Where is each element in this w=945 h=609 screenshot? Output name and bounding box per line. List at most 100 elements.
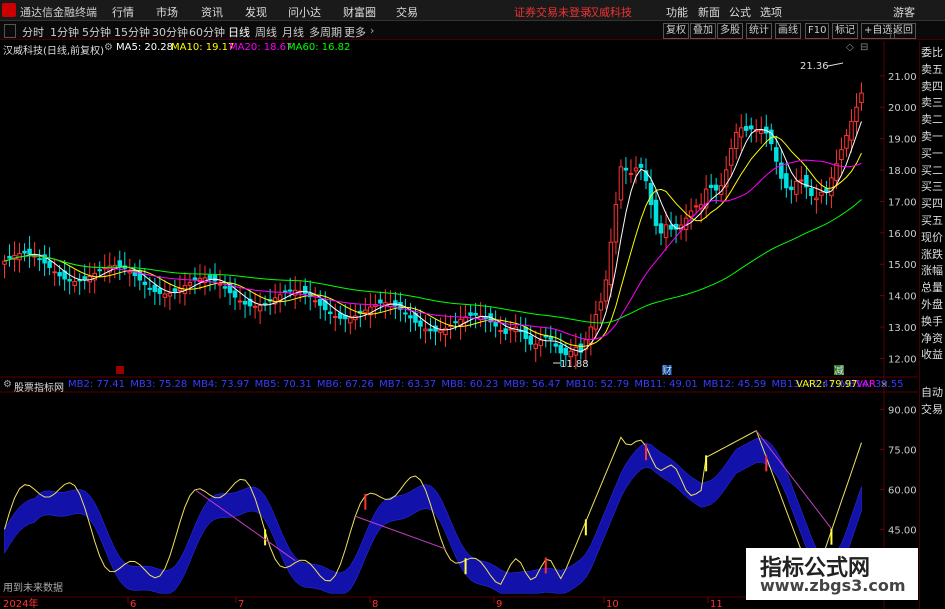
- price-axis-label: 12.00: [888, 354, 917, 365]
- right-panel-item[interactable]: 买五: [921, 213, 945, 229]
- right-panel-item[interactable]: 买三: [921, 179, 945, 195]
- year-label: 2024年: [3, 597, 38, 609]
- period-tab-monthly[interactable]: 月线: [282, 24, 304, 40]
- menu-item-news[interactable]: 资讯: [201, 4, 223, 20]
- right-panel-item[interactable]: 涨幅: [921, 263, 945, 279]
- right-panel-item[interactable]: 买一: [921, 146, 945, 162]
- kline-chart[interactable]: 21.00 20.00 19.00 18.00 17.00 16.00 15.00 14.00…: [0, 41, 918, 609]
- settings-icon[interactable]: ⚙: [3, 379, 12, 390]
- high-arrow: [827, 62, 844, 67]
- layout-toggle-icon[interactable]: [4, 24, 16, 38]
- period-tab-more[interactable]: 更多: [344, 24, 366, 40]
- statistics-button[interactable]: 统计: [746, 23, 772, 39]
- candle-body: [598, 301, 604, 311]
- close-icon[interactable]: ×: [880, 379, 888, 390]
- candle-body: [743, 126, 749, 131]
- candle-body: [443, 327, 448, 336]
- chevron-right-icon[interactable]: ›: [370, 24, 374, 37]
- menu-item-wealth[interactable]: 财富圈: [343, 4, 376, 20]
- indicator-item: MB6: 67.26: [316, 379, 378, 390]
- indicator-item: MB9: 56.47: [503, 379, 564, 390]
- candle-body: [117, 260, 123, 267]
- menu-item-ask[interactable]: 问小达: [288, 4, 321, 20]
- right-panel-item[interactable]: 委比: [921, 45, 945, 61]
- candle-body: [232, 290, 238, 298]
- mark-button[interactable]: 标记: [832, 23, 858, 39]
- candle-body: [262, 303, 268, 306]
- right-panel-item[interactable]: 收益: [921, 347, 945, 363]
- menu-item-trade[interactable]: 交易: [396, 4, 418, 20]
- candle-body: [839, 149, 844, 160]
- candle-body: [849, 120, 854, 141]
- var2-label: VAR2: 79.97: [796, 379, 858, 390]
- right-panel-item[interactable]: 卖五: [921, 62, 945, 78]
- menu-item-options[interactable]: 选项: [760, 4, 782, 20]
- right-panel-item[interactable]: 卖三: [921, 95, 945, 111]
- draw-line-button[interactable]: 画线: [775, 23, 801, 39]
- candle-body: [728, 147, 734, 166]
- right-panel-item[interactable]: 买四: [921, 196, 945, 212]
- guest-label[interactable]: 游客: [893, 4, 915, 20]
- candle-body: [312, 300, 318, 303]
- candle-body: [653, 199, 659, 226]
- candle-body: [528, 335, 533, 345]
- candle-body: [287, 289, 293, 292]
- right-panel-item[interactable]: 交易: [921, 402, 945, 418]
- candle-body: [142, 281, 148, 285]
- candle-body: [613, 204, 619, 243]
- right-panel-item[interactable]: 卖一: [921, 129, 945, 145]
- candle-body: [708, 184, 714, 188]
- candle-body: [854, 106, 859, 122]
- period-tab-60min[interactable]: 60分钟: [189, 24, 225, 40]
- period-tab-5min[interactable]: 5分钟: [82, 24, 111, 40]
- back-button[interactable]: 返回: [890, 23, 916, 39]
- candle-body: [844, 135, 849, 149]
- right-panel-item[interactable]: 总量: [921, 280, 945, 296]
- marker-label: 减: [834, 365, 844, 377]
- indicator-item: MB10: 52.79: [565, 379, 633, 390]
- multi-stock-button[interactable]: 多股: [717, 23, 743, 39]
- period-tab-1min[interactable]: 1分钟: [50, 24, 79, 40]
- right-panel-item[interactable]: 买二: [921, 163, 945, 179]
- candle-body: [628, 172, 634, 175]
- marker-label: 财: [662, 364, 672, 377]
- right-panel-item[interactable]: 卖四: [921, 79, 945, 95]
- period-tab-30min[interactable]: 30分钟: [152, 24, 188, 40]
- candle-body: [428, 328, 433, 332]
- menu-item-quotes[interactable]: 行情: [112, 4, 134, 20]
- indicator-item: MB11: 49.01: [634, 379, 701, 390]
- period-tab-intraday[interactable]: 分时: [22, 24, 44, 40]
- period-tab-daily[interactable]: 日线: [228, 24, 250, 40]
- period-tab-15min[interactable]: 15分钟: [114, 24, 150, 40]
- menu-item-discover[interactable]: 发现: [245, 4, 267, 20]
- right-panel-item[interactable]: 净资: [921, 331, 945, 347]
- menu-item-new-page[interactable]: 新面: [698, 4, 720, 20]
- candle-body: [503, 328, 508, 334]
- login-notice[interactable]: 证券交易未登录: [514, 4, 591, 20]
- right-panel-item[interactable]: 自动: [921, 385, 945, 401]
- right-panel-item[interactable]: 涨跌: [921, 247, 945, 263]
- candle-body: [152, 284, 158, 292]
- right-panel-item[interactable]: 换手: [921, 314, 945, 330]
- period-toolbar: 分时 1分钟 5分钟 15分钟 30分钟 60分钟 日线 周线 月线 多周期 更…: [0, 21, 945, 40]
- right-panel-item[interactable]: 卖二: [921, 112, 945, 128]
- right-panel-item[interactable]: 现价: [921, 230, 945, 246]
- period-tab-weekly[interactable]: 周线: [255, 24, 277, 40]
- candle-body: [157, 287, 163, 294]
- candle-body: [217, 283, 223, 286]
- period-tab-multi[interactable]: 多周期: [309, 24, 342, 40]
- candle-body: [558, 344, 564, 354]
- overlay-button[interactable]: 叠加: [690, 23, 716, 39]
- menu-item-formula[interactable]: 公式: [729, 4, 751, 20]
- indicator-axis-label: 90.00: [888, 405, 917, 416]
- f10-button[interactable]: F10: [805, 23, 830, 39]
- indicator-title[interactable]: 股票指标网: [14, 379, 64, 394]
- menu-item-function[interactable]: 功能: [666, 4, 688, 20]
- menu-item-market[interactable]: 市场: [156, 4, 178, 20]
- candle-body: [252, 305, 258, 308]
- price-axis-label: 17.00: [888, 197, 917, 208]
- candle-body: [468, 312, 473, 316]
- right-panel-item[interactable]: 外盘: [921, 297, 945, 313]
- restore-rights-button[interactable]: 复权: [663, 23, 689, 39]
- candle-body: [438, 329, 443, 333]
